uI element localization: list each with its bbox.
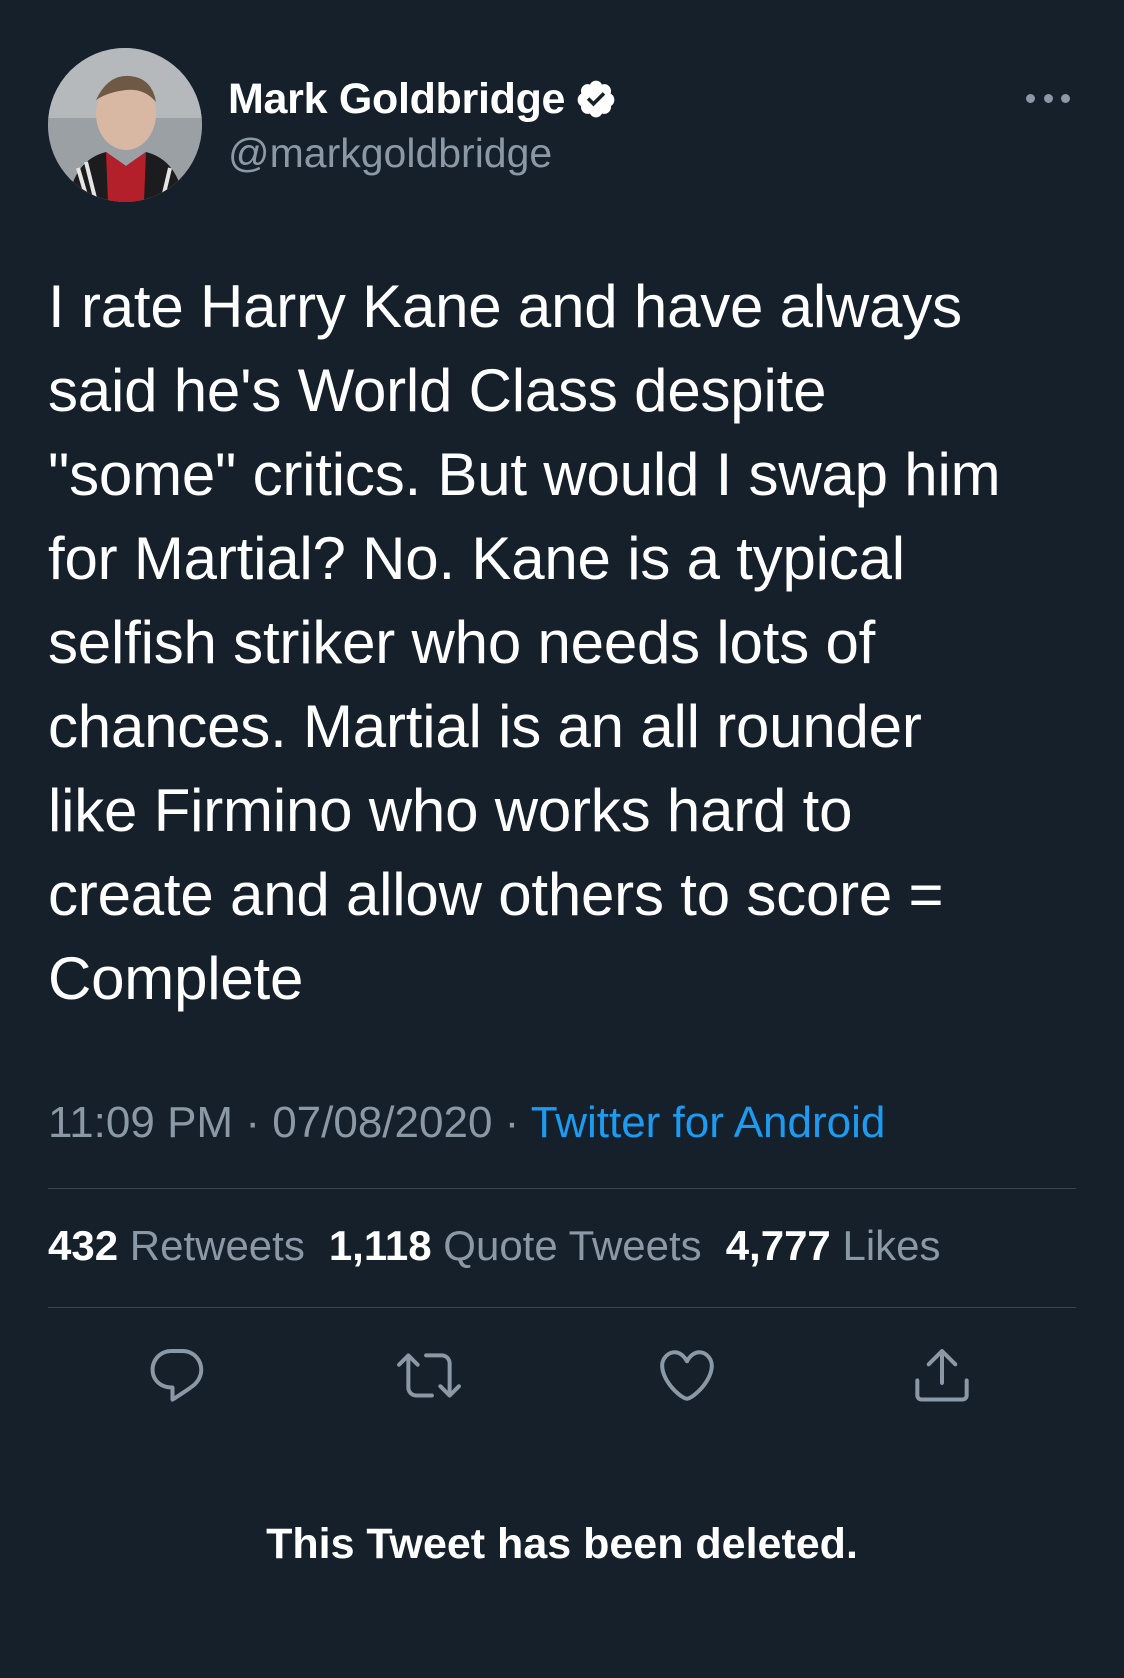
likes-count: 4,777 [725, 1222, 831, 1269]
tweet-meta: 11:09 PM · 07/08/2020 · Twitter for Andr… [48, 1098, 885, 1148]
likes-stat[interactable]: 4,777 Likes [726, 1222, 941, 1270]
verified-badge-icon [575, 78, 617, 120]
quotes-label: Quote Tweets [443, 1222, 702, 1269]
retweets-label: Retweets [129, 1222, 305, 1269]
like-button[interactable] [655, 1343, 719, 1407]
meta-separator: · [245, 1098, 260, 1147]
likes-label: Likes [842, 1222, 941, 1269]
divider [48, 1307, 1076, 1308]
deleted-notice: This Tweet has been deleted. [266, 1520, 858, 1568]
retweets-stat[interactable]: 432 Retweets [48, 1222, 305, 1270]
tweet-time[interactable]: 11:09 PM [48, 1098, 233, 1147]
retweets-count: 432 [48, 1222, 119, 1269]
display-name-row: Mark Goldbridge [228, 72, 617, 126]
share-icon [915, 1349, 969, 1402]
reply-button[interactable] [145, 1343, 209, 1407]
tweet-text: I rate Harry Kane and have always said h… [48, 273, 1001, 1012]
tweet-source-link[interactable]: Twitter for Android [531, 1098, 886, 1147]
divider [48, 1188, 1076, 1189]
retweet-button[interactable] [397, 1343, 461, 1407]
retweet-icon [397, 1353, 461, 1398]
avatar[interactable] [48, 48, 202, 202]
tweet-date[interactable]: 07/08/2020 [272, 1098, 492, 1147]
quotes-stat[interactable]: 1,118 Quote Tweets [329, 1222, 702, 1270]
tweet-stats: 432 Retweets 1,118 Quote Tweets 4,777 Li… [48, 1222, 941, 1270]
handle[interactable]: @markgoldbridge [228, 130, 617, 177]
tweet-detail: Mark Goldbridge @markgoldbridge I rate H… [0, 0, 1124, 1678]
reply-icon [150, 1348, 204, 1402]
quotes-count: 1,118 [328, 1222, 432, 1269]
heart-icon [660, 1350, 714, 1401]
action-bar [0, 1343, 1124, 1407]
share-button[interactable] [910, 1343, 974, 1407]
more-options-icon[interactable] [1026, 88, 1070, 108]
author-block: Mark Goldbridge @markgoldbridge [228, 72, 617, 177]
meta-separator: · [504, 1098, 520, 1147]
display-name[interactable]: Mark Goldbridge [228, 75, 565, 124]
